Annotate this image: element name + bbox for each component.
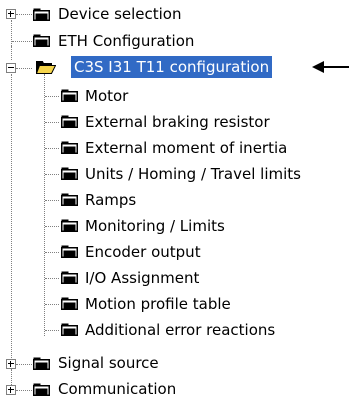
- collapse-icon[interactable]: [6, 63, 16, 73]
- open-folder-icon: [36, 60, 56, 74]
- tree-view[interactable]: Device selection ETH Configuration C3S I…: [0, 0, 352, 404]
- folder-icon: [33, 357, 51, 370]
- tree-node-label[interactable]: Motor: [82, 85, 131, 107]
- folder-icon: [61, 167, 79, 180]
- folder-icon: [61, 115, 79, 128]
- tree-node-label[interactable]: External moment of inertia: [82, 137, 290, 159]
- tree-node-label[interactable]: Ramps: [82, 189, 139, 211]
- tree-node-label[interactable]: Additional error reactions: [82, 319, 278, 341]
- expand-icon[interactable]: [6, 9, 16, 19]
- tree-node-label[interactable]: Communication: [55, 378, 179, 400]
- folder-icon: [61, 89, 79, 102]
- folder-icon: [61, 297, 79, 310]
- folder-icon: [61, 141, 79, 154]
- expand-icon[interactable]: [6, 385, 16, 395]
- tree-node-label[interactable]: External braking resistor: [82, 111, 273, 133]
- folder-icon: [33, 34, 51, 47]
- tree-node-label[interactable]: Signal source: [55, 352, 162, 374]
- left-arrow-icon: [312, 60, 350, 78]
- folder-icon: [61, 245, 79, 258]
- folder-icon: [61, 219, 79, 232]
- tree-node-label[interactable]: I/O Assignment: [82, 267, 202, 289]
- folder-icon: [61, 271, 79, 284]
- folder-icon: [33, 8, 51, 21]
- tree-node-label[interactable]: ETH Configuration: [55, 30, 197, 52]
- expand-icon[interactable]: [6, 359, 16, 369]
- tree-node-label[interactable]: Motion profile table: [82, 293, 234, 315]
- folder-icon: [61, 323, 79, 336]
- tree-node-label[interactable]: C3S I31 T11 configuration: [69, 55, 274, 79]
- folder-icon: [61, 193, 79, 206]
- tree-node-label[interactable]: Monitoring / Limits: [82, 215, 228, 237]
- tree-node-label[interactable]: Encoder output: [82, 241, 204, 263]
- tree-node-label[interactable]: Units / Homing / Travel limits: [82, 163, 304, 185]
- tree-node-label[interactable]: Device selection: [55, 3, 185, 25]
- folder-icon: [33, 383, 51, 396]
